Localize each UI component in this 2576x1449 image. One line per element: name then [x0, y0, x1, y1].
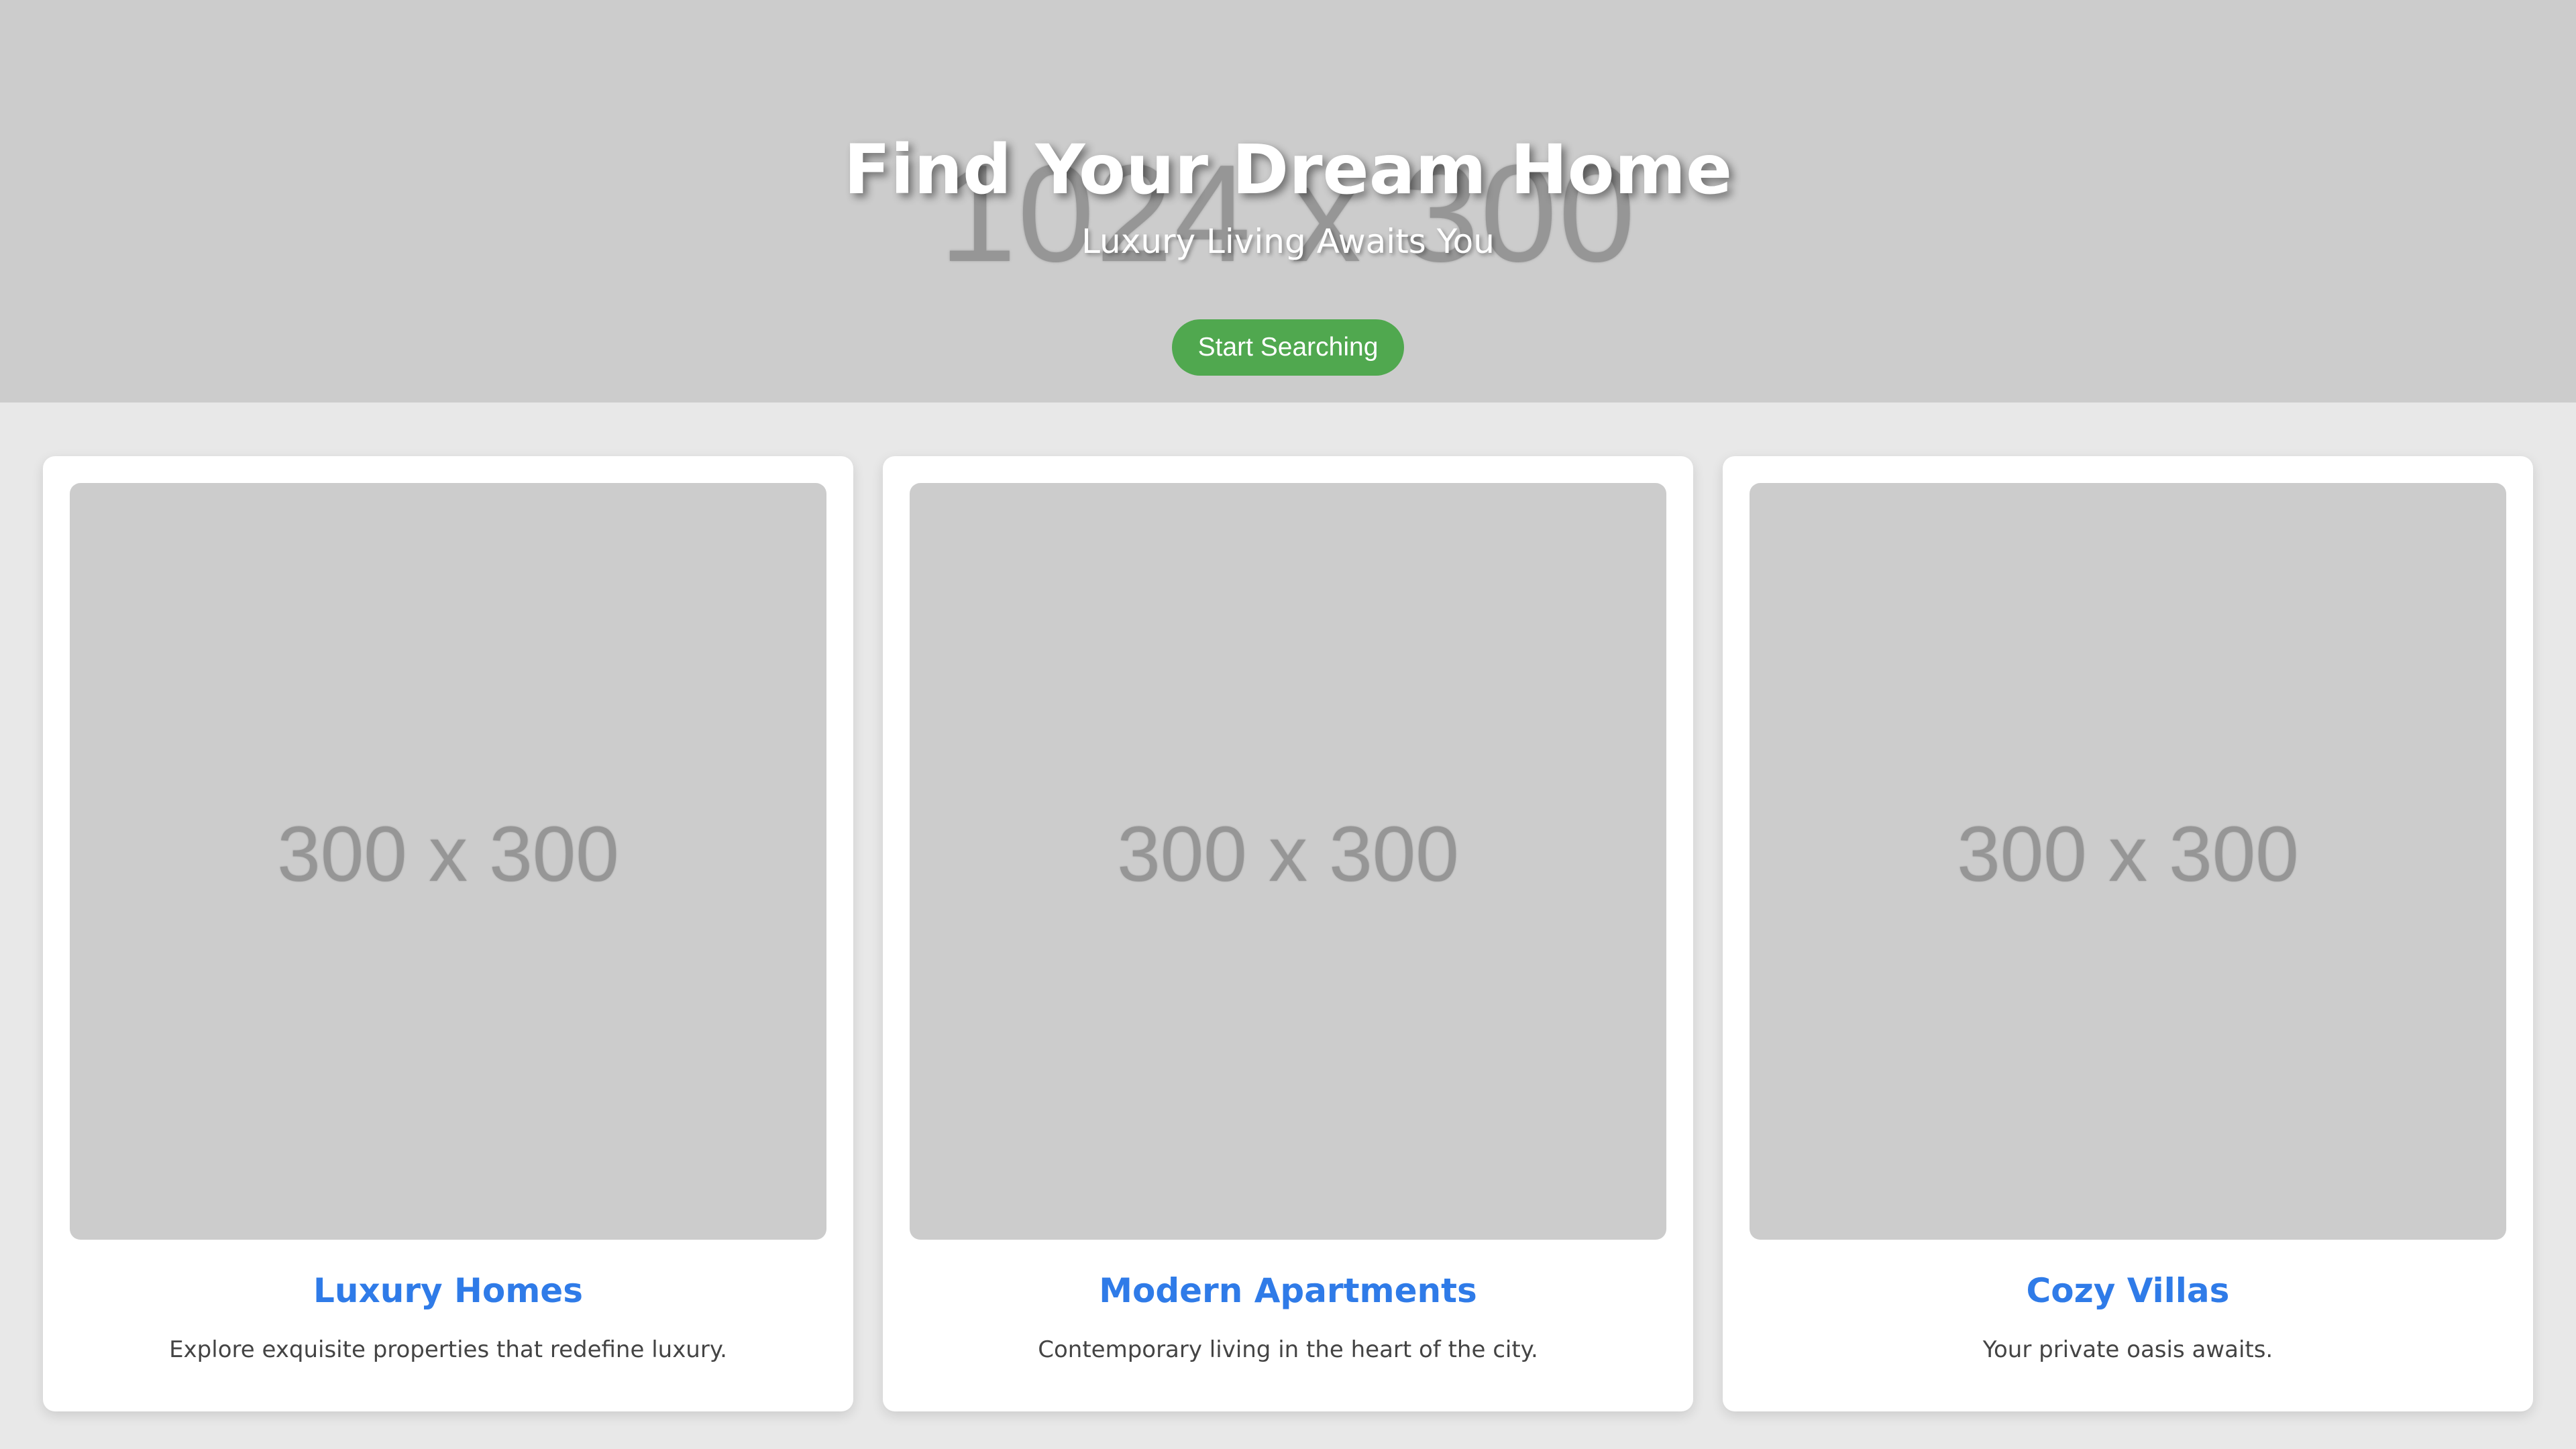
property-cards: 300 x 300 Luxury Homes Explore exquisite… [0, 402, 2576, 1449]
hero-subtitle: Luxury Living Awaits You [1081, 222, 1495, 261]
card-cozy-villas[interactable]: 300 x 300 Cozy Villas Your private oasis… [1723, 456, 2533, 1411]
card-image: 300 x 300 [910, 483, 1666, 1240]
card-image: 300 x 300 [1750, 483, 2506, 1240]
hero-banner: 1024 x 300 Find Your Dream Home Luxury L… [0, 0, 2576, 402]
card-image-placeholder: 300 x 300 [1117, 810, 1459, 898]
card-description: Explore exquisite properties that redefi… [169, 1336, 727, 1363]
card-title[interactable]: Modern Apartments [883, 1271, 1693, 1311]
hero-title: Find Your Dream Home [843, 130, 1733, 210]
card-modern-apartments[interactable]: 300 x 300 Modern Apartments Contemporary… [883, 456, 1693, 1411]
card-image-placeholder: 300 x 300 [1957, 810, 2299, 898]
card-luxury-homes[interactable]: 300 x 300 Luxury Homes Explore exquisite… [43, 456, 853, 1411]
card-title[interactable]: Luxury Homes [43, 1271, 853, 1311]
start-searching-button[interactable]: Start Searching [1172, 319, 1404, 376]
card-image-placeholder: 300 x 300 [277, 810, 619, 898]
card-image: 300 x 300 [70, 483, 826, 1240]
card-description: Your private oasis awaits. [1982, 1336, 2273, 1363]
card-title[interactable]: Cozy Villas [1723, 1271, 2533, 1311]
card-description: Contemporary living in the heart of the … [1038, 1336, 1538, 1363]
